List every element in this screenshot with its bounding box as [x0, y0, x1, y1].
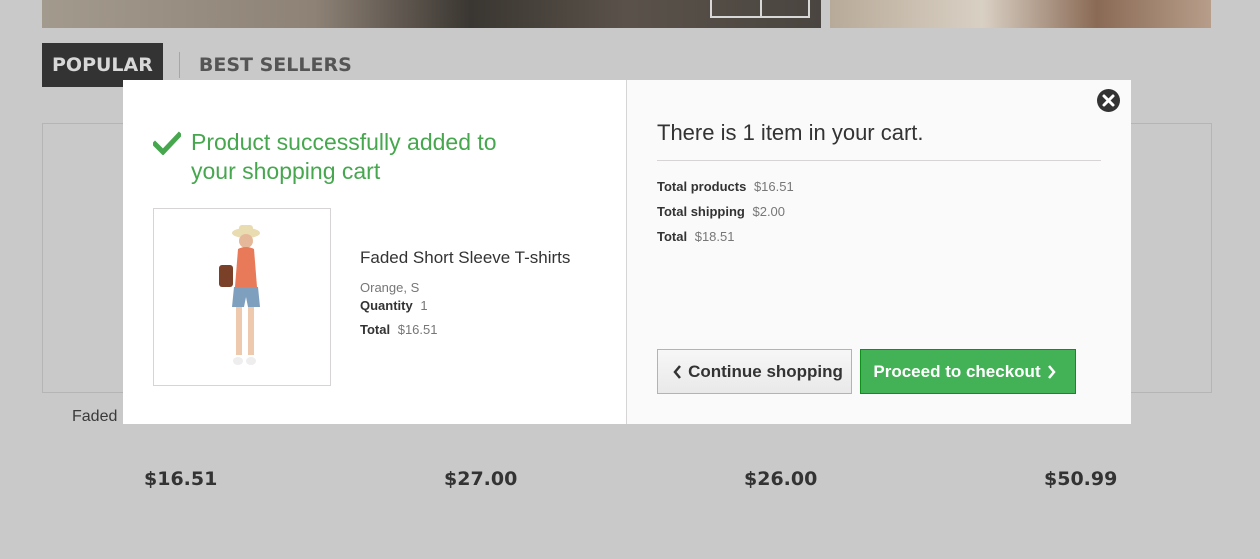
success-message: Product successfully added to your shopp…: [153, 128, 531, 186]
product-attributes: Orange, S: [360, 280, 420, 295]
total-shipping-row: Total shipping $2.00: [657, 204, 794, 219]
product-price: $26.00: [744, 468, 818, 490]
add-to-cart-modal: Product successfully added to your shopp…: [123, 80, 1131, 424]
cart-total-value: $18.51: [694, 229, 735, 244]
banner-prev-button[interactable]: [710, 0, 760, 18]
product-quantity: Quantity 1: [360, 298, 570, 313]
total-products-value: $16.51: [753, 179, 794, 194]
chevron-left-icon: [673, 364, 682, 379]
modal-product-panel: Product successfully added to your shopp…: [123, 80, 627, 424]
total-shipping-value: $2.00: [752, 204, 786, 219]
product-name[interactable]: Faded: [72, 408, 117, 426]
tab-divider: [178, 52, 180, 78]
product-price: $27.00: [444, 468, 518, 490]
chevron-right-icon: [1047, 364, 1056, 379]
banner-image-right: [830, 0, 1211, 28]
quantity-label: Quantity: [360, 298, 413, 313]
product-image: [153, 208, 331, 386]
modal-cart-panel: There is 1 item in your cart. Total prod…: [627, 80, 1131, 424]
total-products-label: Total products: [657, 179, 747, 194]
continue-shopping-button[interactable]: Continue shopping: [657, 349, 852, 394]
total-value: $16.51: [397, 322, 438, 337]
continue-shopping-label: Continue shopping: [688, 361, 843, 381]
product-price: $16.51: [144, 468, 218, 490]
quantity-value: 1: [420, 298, 428, 313]
total-label: Total: [360, 322, 391, 337]
banner-next-button[interactable]: [760, 0, 810, 18]
close-icon[interactable]: [1097, 89, 1120, 112]
product-model-illustration: [219, 225, 260, 365]
product-total: Total $16.51: [360, 322, 570, 337]
checkout-label: Proceed to checkout: [873, 361, 1041, 381]
product-name: Faded Short Sleeve T-shirts: [360, 248, 571, 267]
product-price: $50.99: [1044, 468, 1118, 490]
proceed-to-checkout-button[interactable]: Proceed to checkout: [860, 349, 1076, 394]
cart-total-row: Total $18.51: [657, 229, 794, 244]
cart-total-label: Total: [657, 229, 688, 244]
total-shipping-label: Total shipping: [657, 204, 745, 219]
total-products-row: Total products $16.51: [657, 179, 794, 194]
product-details: Faded Short Sleeve T-shirts Orange, S Qu…: [360, 248, 570, 346]
success-text: Product successfully added to your shopp…: [191, 129, 497, 184]
cart-totals: Total products $16.51 Total shipping $2.…: [657, 179, 794, 254]
check-icon: [153, 131, 181, 155]
cart-summary-title: There is 1 item in your cart.: [657, 120, 1101, 161]
banner-image-left: [42, 0, 821, 28]
